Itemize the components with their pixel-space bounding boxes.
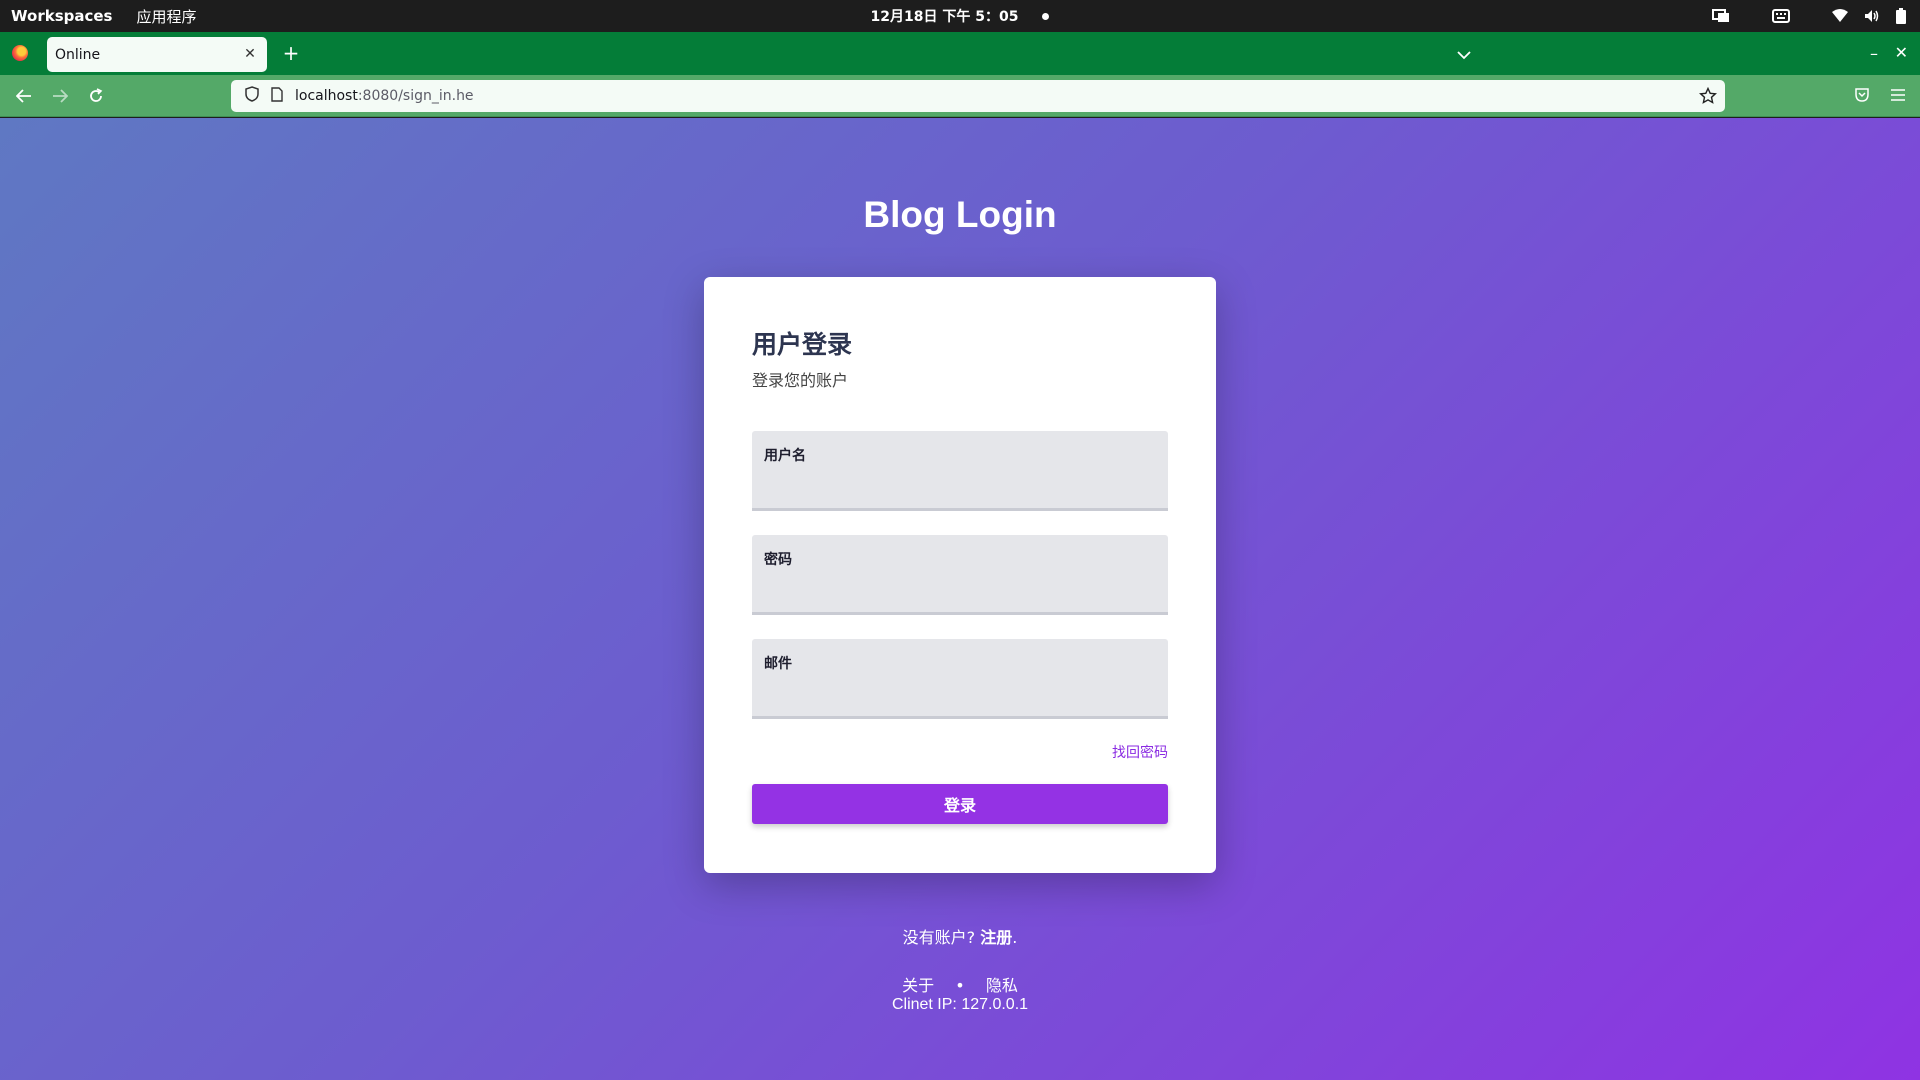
- client-ip-text: Clinet IP: 127.0.0.1: [891, 996, 1029, 1013]
- new-tab-button[interactable]: +: [282, 43, 300, 63]
- system-tray[interactable]: [1712, 0, 1906, 32]
- list-all-tabs-chevron-down-icon[interactable]: [1456, 45, 1472, 64]
- url-path: :8080/sign_in.he: [357, 88, 474, 104]
- username-label: 用户名: [764, 448, 806, 464]
- register-link[interactable]: 注册: [980, 928, 1012, 947]
- screen-share-icon[interactable]: [1712, 8, 1730, 24]
- back-arrow-icon[interactable]: [14, 86, 34, 106]
- clock[interactable]: 12月18日 下午 5：05: [0, 0, 1920, 32]
- url-host: localhost: [295, 88, 358, 104]
- pocket-icon[interactable]: [1854, 87, 1870, 107]
- forgot-password-link[interactable]: 找回密码: [1112, 742, 1168, 762]
- username-input[interactable]: [764, 471, 1156, 499]
- system-top-bar: Workspaces 应用程序 12月18日 下午 5：05: [0, 0, 1920, 32]
- volume-icon[interactable]: [1864, 9, 1880, 23]
- tracking-protection-shield-icon[interactable]: [245, 86, 259, 106]
- browser-nav-bar: localhost:8080/sign_in.he: [0, 75, 1920, 117]
- address-bar[interactable]: localhost:8080/sign_in.he: [231, 80, 1725, 112]
- password-label: 密码: [764, 552, 792, 568]
- reload-icon[interactable]: [86, 86, 106, 106]
- email-field[interactable]: 邮件: [752, 639, 1168, 719]
- password-input[interactable]: [764, 575, 1156, 603]
- footer-links: 关于 • 隐私: [0, 972, 1920, 996]
- login-button[interactable]: 登录: [752, 784, 1168, 824]
- login-card: 用户登录 登录您的账户 用户名 密码 邮件 找回密码 登录: [704, 277, 1216, 873]
- password-field[interactable]: 密码: [752, 535, 1168, 615]
- email-input[interactable]: [764, 679, 1156, 707]
- close-tab-icon[interactable]: ✕: [241, 45, 259, 63]
- notification-dot-icon: [1042, 12, 1050, 20]
- clock-text: 12月18日 下午 5：05: [870, 9, 1019, 25]
- footer-separator: •: [955, 976, 965, 995]
- tab-online[interactable]: Online ✕: [47, 37, 267, 72]
- privacy-link[interactable]: 隐私: [986, 976, 1018, 995]
- browser-tab-strip: Online ✕ + – ✕: [0, 32, 1920, 75]
- username-field[interactable]: 用户名: [752, 431, 1168, 511]
- close-window-icon[interactable]: ✕: [1895, 43, 1908, 62]
- hamburger-menu-icon[interactable]: [1890, 87, 1906, 106]
- card-subtitle: 登录您的账户: [752, 371, 849, 390]
- no-account-text: 没有账户?: [902, 928, 981, 947]
- register-suffix: .: [1012, 928, 1018, 947]
- firefox-logo-icon: [12, 45, 28, 61]
- card-title: 用户登录: [752, 330, 853, 359]
- signup-prompt: 没有账户? 注册.: [0, 924, 1920, 948]
- wifi-icon[interactable]: [1832, 9, 1848, 23]
- page-title: Blog Login: [863, 194, 1057, 235]
- about-link[interactable]: 关于: [902, 976, 934, 995]
- battery-icon[interactable]: [1896, 8, 1906, 24]
- page-info-icon[interactable]: [271, 86, 283, 106]
- email-label: 邮件: [764, 656, 792, 672]
- forward-arrow-icon[interactable]: [50, 86, 70, 106]
- keyboard-icon[interactable]: [1772, 9, 1790, 23]
- tab-title: Online: [55, 46, 101, 63]
- bookmark-star-icon[interactable]: [1698, 86, 1718, 109]
- minimize-window-icon[interactable]: –: [1870, 44, 1878, 63]
- page-viewport: Blog Login 用户登录 登录您的账户 用户名 密码 邮件 找回密码 登录…: [0, 118, 1920, 1080]
